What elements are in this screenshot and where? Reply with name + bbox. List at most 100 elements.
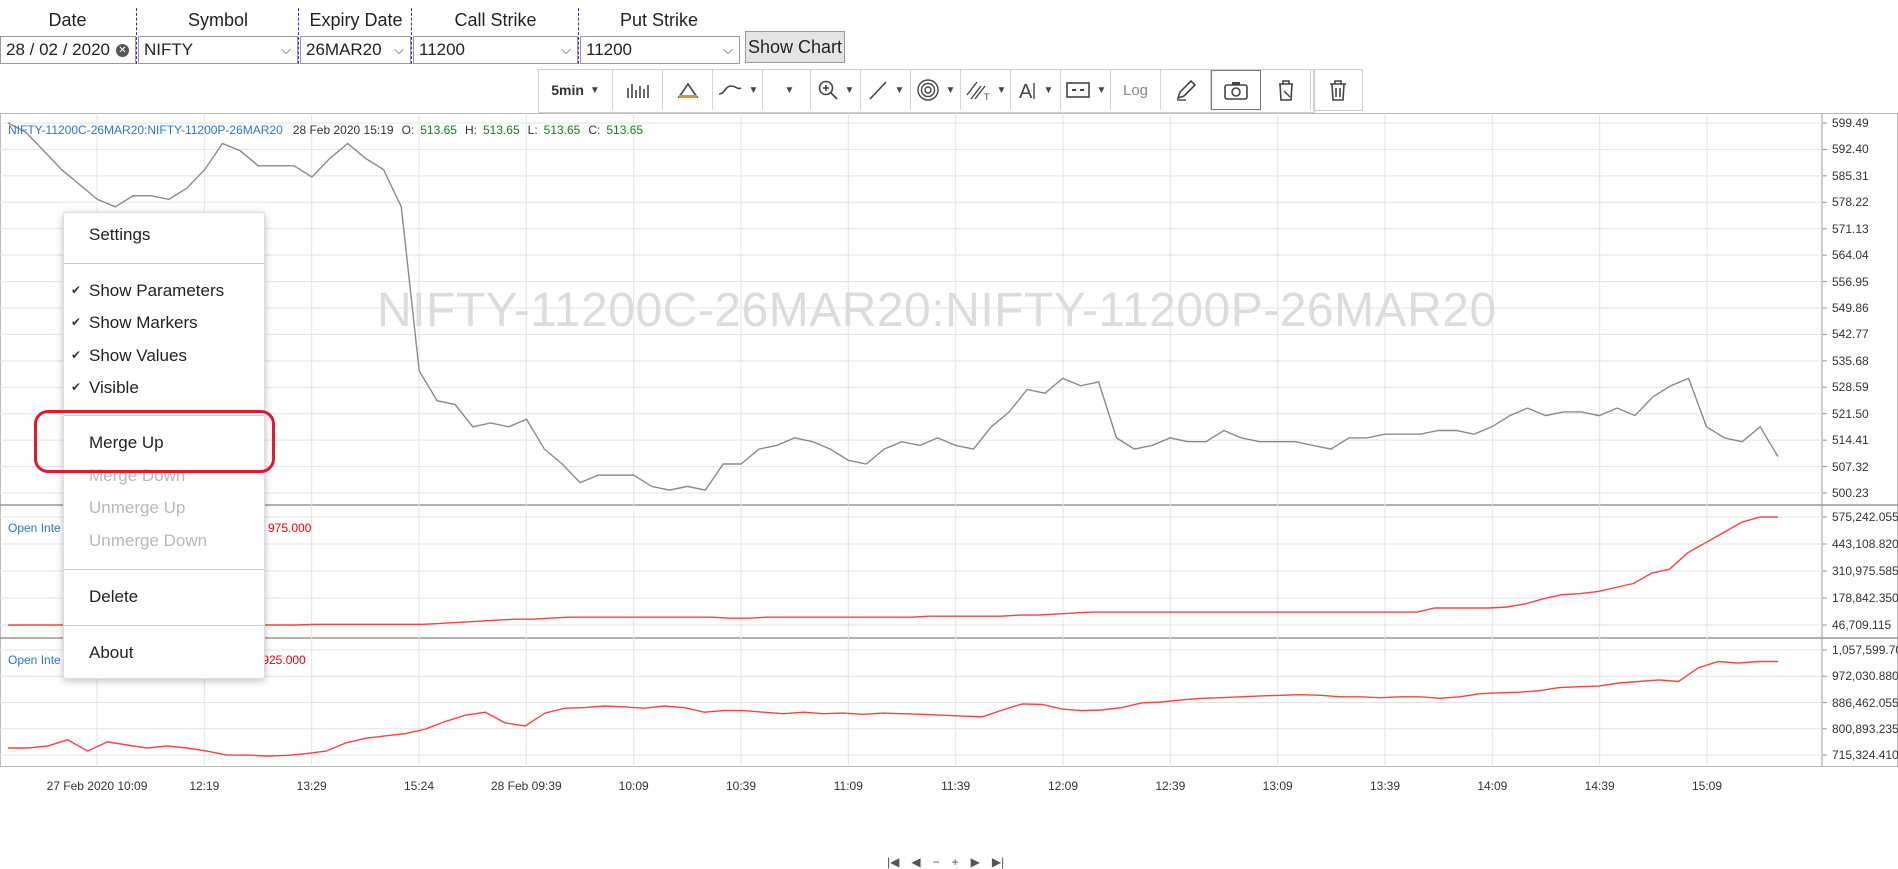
bars-button[interactable] <box>613 70 663 110</box>
clear-drawings-button[interactable] <box>1261 70 1311 110</box>
legend-close-value: 513.65 <box>606 123 644 137</box>
menu-about[interactable]: About <box>89 643 133 663</box>
call-strike-label: Call Strike <box>454 10 537 30</box>
show-chart-button[interactable]: Show Chart <box>745 31 845 63</box>
text-icon: A <box>1019 81 1035 101</box>
chart-watermark: NIFTY-11200C-26MAR20:NIFTY-11200P-26MAR2… <box>377 284 1497 337</box>
nav-first-button[interactable]: |◀ <box>887 855 899 869</box>
menu-label: Show Values <box>89 346 187 365</box>
pencil-button[interactable] <box>1161 70 1211 110</box>
menu-divider <box>64 263 264 264</box>
pencil-icon <box>1176 79 1196 101</box>
nav-last-button[interactable]: ▶| <box>992 855 1004 869</box>
legend-close-label: C: <box>588 123 601 137</box>
y-tick-label: 800,893.235 <box>1832 721 1898 736</box>
svg-text:T: T <box>984 92 990 101</box>
x-tick-label: 14:39 <box>1584 779 1615 793</box>
color-button[interactable] <box>663 70 713 110</box>
x-tick-label: 15:09 <box>1691 779 1723 793</box>
check-icon: ✔ <box>71 315 82 329</box>
measure-button[interactable]: ▼ <box>1061 70 1111 110</box>
x-tick-label: 28 Feb 09:39 <box>490 779 562 793</box>
legend-low-value: 513.65 <box>543 123 581 137</box>
dropdown-arrow-icon: ▼ <box>1043 84 1054 96</box>
zoom-in-button[interactable]: + <box>952 855 959 869</box>
menu-label: Visible <box>89 378 139 397</box>
menu-label: Show Parameters <box>89 281 225 300</box>
x-tick-label: 15:24 <box>403 779 435 793</box>
y-tick-label: 556.95 <box>1832 274 1869 289</box>
call-strike-value: 11200 <box>419 40 466 59</box>
menu-divider <box>64 569 264 570</box>
screenshot-button[interactable] <box>1211 70 1261 110</box>
x-tick-label: 13:09 <box>1262 779 1293 793</box>
y-tick-label: 578.22 <box>1832 195 1869 210</box>
open-interest-line-2 <box>8 660 1778 757</box>
y-tick-label: 310,975.585 <box>1832 564 1898 578</box>
menu-settings[interactable]: Settings <box>89 225 150 245</box>
menu-show-parameters[interactable]: ✔ Show Parameters <box>71 281 225 301</box>
menu-show-markers[interactable]: ✔ Show Markers <box>71 313 198 333</box>
interval-value: 5min <box>551 82 584 98</box>
zoom-button[interactable]: ▼ <box>811 70 861 110</box>
legend-datetime: 28 Feb 2020 15:19 <box>292 123 394 137</box>
y-tick-label: 571.13 <box>1832 221 1869 236</box>
line-style-icon <box>718 85 741 95</box>
measure-icon <box>1065 82 1090 98</box>
delete-chart-button[interactable] <box>1313 69 1363 111</box>
nav-prev-button[interactable]: ◀ <box>911 855 920 869</box>
clear-icon[interactable]: ✕ <box>116 44 129 57</box>
chart-area[interactable]: NIFTY-11200C-26MAR20:NIFTY-11200P-26MAR2… <box>0 113 1898 869</box>
legend-open-label: O: <box>401 123 415 137</box>
line-style-button[interactable]: ▼ <box>713 70 763 110</box>
log-button[interactable]: Log <box>1111 70 1161 110</box>
x-tick-label: 14:09 <box>1477 779 1508 793</box>
oi1-legend: Open Inte <box>8 521 61 535</box>
zoom-icon <box>818 80 838 100</box>
y-tick-label: 507.32 <box>1832 459 1869 474</box>
y-tick-label: 542.77 <box>1832 327 1869 342</box>
separator <box>136 8 137 64</box>
menu-show-values[interactable]: ✔ Show Values <box>71 346 187 366</box>
channel-button[interactable]: T ▼ <box>961 70 1011 110</box>
oi2-legend: Open Inte <box>8 653 61 667</box>
svg-text:A: A <box>1019 81 1033 101</box>
merge-up-highlight <box>34 410 275 473</box>
bars-icon <box>626 84 649 98</box>
check-icon: ✔ <box>71 348 82 362</box>
menu-visible[interactable]: ✔ Visible <box>71 378 139 398</box>
put-strike-label: Put Strike <box>619 10 699 30</box>
put-strike-select[interactable]: 11200 ⌵ <box>580 36 740 64</box>
zoom-out-button[interactable]: − <box>933 855 940 869</box>
separator <box>411 8 412 64</box>
x-tick-label: 11:09 <box>833 779 863 793</box>
interval-select[interactable]: 5min ▼ <box>539 70 613 110</box>
symbol-select[interactable]: NIFTY ⌵ <box>138 36 298 64</box>
expiry-select[interactable]: 26MAR20 ⌵ <box>300 36 411 64</box>
y-tick-label: 564.04 <box>1832 248 1869 263</box>
draw-line-icon <box>868 81 887 100</box>
chevron-down-icon: ⌵ <box>561 42 571 57</box>
x-tick-label: 11:39 <box>941 779 971 793</box>
dropdown-arrow-icon: ▼ <box>589 84 600 96</box>
date-input[interactable]: 28 / 02 / 2020 ✕ <box>0 36 136 64</box>
nav-next-button[interactable]: ▶ <box>971 855 980 869</box>
call-strike-select[interactable]: 11200 ⌵ <box>413 36 578 64</box>
blank-select[interactable]: ▼ <box>763 70 811 110</box>
x-tick-label: 12:09 <box>1047 779 1079 793</box>
chart-navigation: |◀ ◀ − + ▶ ▶| <box>887 855 1004 869</box>
put-strike-value: 11200 <box>586 40 633 59</box>
dropdown-arrow-icon: ▼ <box>844 84 855 96</box>
menu-delete[interactable]: Delete <box>89 587 138 607</box>
check-icon: ✔ <box>71 380 82 394</box>
y-tick-label: 46,709.115 <box>1832 618 1892 632</box>
y-tick-label: 1,057,599.705 <box>1832 643 1898 657</box>
y-tick-label: 500.23 <box>1832 486 1869 500</box>
clear-icon <box>1278 80 1293 101</box>
chart-canvas[interactable] <box>0 113 1898 801</box>
x-tick-label: 10:09 <box>618 779 649 793</box>
text-button[interactable]: A ▼ <box>1011 70 1061 110</box>
legend-high-value: 513.65 <box>482 123 520 137</box>
draw-line-button[interactable]: ▼ <box>861 70 911 110</box>
fibonacci-button[interactable]: ▼ <box>911 70 961 110</box>
